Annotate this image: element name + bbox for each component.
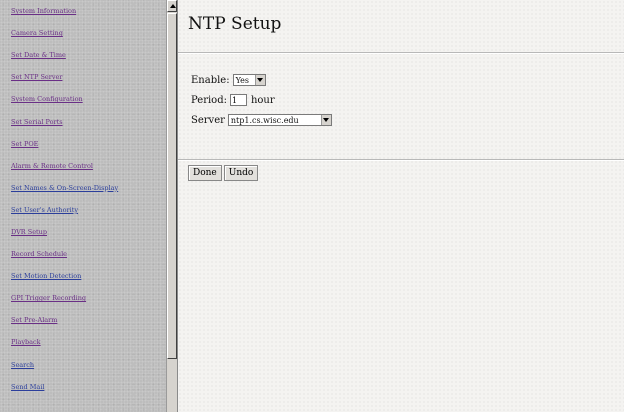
nav-item: Playback	[0, 331, 166, 353]
nav-item: System Information	[0, 0, 166, 22]
navigation-sidebar: System Information Camera Setting Set Da…	[0, 0, 166, 412]
nav-link-set-ntp-server[interactable]: Set NTP Server	[11, 73, 62, 81]
sidebar-scrollbar[interactable]	[166, 0, 178, 412]
nav-link-set-users-authority[interactable]: Set User's Authority	[11, 206, 78, 214]
nav-link-system-configuration[interactable]: System Configuration	[11, 95, 83, 103]
nav-link-camera-setting[interactable]: Camera Setting	[11, 29, 63, 37]
nav-item: Search	[0, 354, 166, 376]
period-input[interactable]	[229, 94, 247, 106]
done-button[interactable]: Done	[188, 165, 222, 181]
nav-item: Set Date & Time	[0, 44, 166, 66]
nav-item: GPI Trigger Recording	[0, 287, 166, 309]
main-content: NTP Setup Enable: Yes Period: hour Serve…	[178, 0, 624, 412]
action-buttons: Done Undo	[188, 165, 259, 181]
nav-link-set-names-osd[interactable]: Set Names & On-Screen-Display	[11, 184, 118, 192]
undo-button[interactable]: Undo	[223, 165, 259, 181]
enable-select[interactable]: Yes	[232, 74, 266, 86]
scrollbar-thumb[interactable]	[167, 13, 177, 359]
nav-link-playback[interactable]: Playback	[11, 338, 41, 346]
nav-item: Set Serial Ports	[0, 110, 166, 132]
nav-link-alarm-remote-control[interactable]: Alarm & Remote Control	[11, 162, 93, 170]
nav-link-set-poe[interactable]: Set POE	[11, 140, 38, 148]
nav-item: Camera Setting	[0, 22, 166, 44]
nav-item: Send Mail	[0, 376, 166, 398]
nav-item: DVR Setup	[0, 221, 166, 243]
nav-item: Set Pre-Alarm	[0, 309, 166, 331]
nav-item: Set NTP Server	[0, 66, 166, 88]
nav-menu: System Information Camera Setting Set Da…	[0, 0, 166, 398]
nav-link-search[interactable]: Search	[11, 361, 34, 369]
period-row: Period: hour	[191, 94, 275, 106]
nav-item: System Configuration	[0, 88, 166, 110]
scroll-up-arrow-icon[interactable]	[167, 0, 177, 12]
divider-top	[178, 52, 624, 54]
page-title: NTP Setup	[188, 14, 282, 34]
nav-item: Set POE	[0, 133, 166, 155]
enable-select-value: Yes	[235, 75, 250, 85]
dropdown-arrow-icon[interactable]	[254, 75, 265, 85]
divider-bottom	[178, 159, 624, 161]
nav-item: Set Motion Detection	[0, 265, 166, 287]
nav-link-set-date-time[interactable]: Set Date & Time	[11, 51, 66, 59]
enable-row: Enable: Yes	[191, 74, 266, 86]
enable-label: Enable:	[191, 74, 230, 86]
nav-item: Alarm & Remote Control	[0, 155, 166, 177]
server-label: Server	[191, 114, 225, 126]
nav-item: Record Schedule	[0, 243, 166, 265]
nav-link-gpi-trigger-recording[interactable]: GPI Trigger Recording	[11, 294, 86, 302]
nav-link-set-serial-ports[interactable]: Set Serial Ports	[11, 118, 63, 126]
nav-link-record-schedule[interactable]: Record Schedule	[11, 250, 67, 258]
dropdown-arrow-icon[interactable]	[320, 115, 331, 125]
nav-item: Set Names & On-Screen-Display	[0, 177, 166, 199]
server-row: Server ntp1.cs.wisc.edu	[191, 114, 332, 126]
nav-link-send-mail[interactable]: Send Mail	[11, 383, 44, 391]
server-select-value: ntp1.cs.wisc.edu	[230, 115, 299, 125]
period-unit: hour	[250, 94, 275, 106]
nav-link-system-information[interactable]: System Information	[11, 7, 76, 15]
nav-link-set-motion-detection[interactable]: Set Motion Detection	[11, 272, 81, 280]
nav-item: Set User's Authority	[0, 199, 166, 221]
server-select[interactable]: ntp1.cs.wisc.edu	[227, 114, 332, 126]
nav-link-set-pre-alarm[interactable]: Set Pre-Alarm	[11, 316, 57, 324]
nav-link-dvr-setup[interactable]: DVR Setup	[11, 228, 47, 236]
period-label: Period:	[191, 94, 227, 106]
